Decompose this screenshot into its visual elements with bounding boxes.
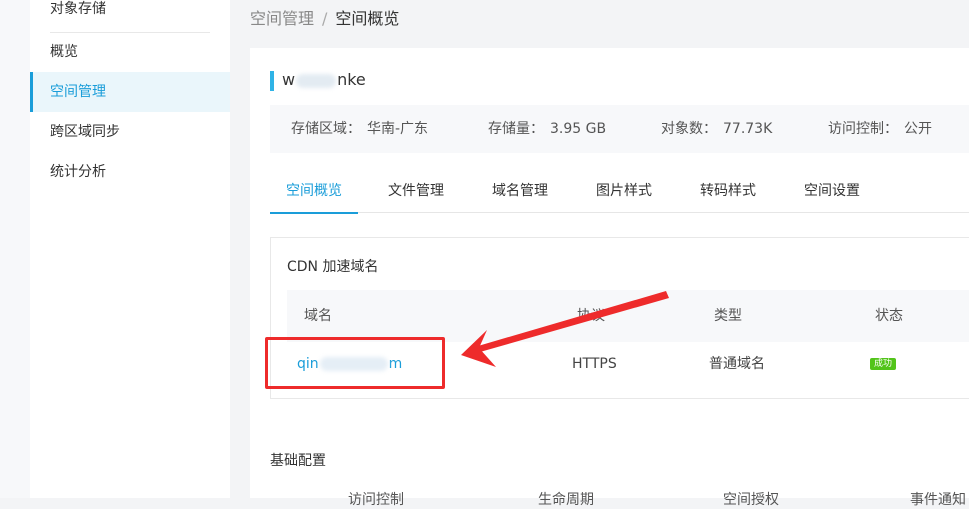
info-access: 访问控制： 公开 (828, 105, 932, 153)
info-region: 存储区域： 华南-广东 (291, 105, 428, 153)
bucket-info-bar: 存储区域： 华南-广东 存储量： 3.95 GB 对象数： 77.73K 访问控制： 公… (270, 105, 969, 153)
info-objects-label: 对象数： (661, 121, 717, 137)
info-objects-value: 77.73K (723, 121, 773, 137)
info-region-value: 华南-广东 (367, 121, 429, 137)
sidebar: 对象存储 概览 空间管理 跨区域同步 统计分析 (0, 0, 230, 498)
cell-protocol: HTTPS (572, 356, 617, 372)
cdn-title: CDN 加速域名 (287, 259, 379, 275)
sidebar-item-object-storage[interactable]: 对象存储 (50, 0, 106, 18)
breadcrumb-current: 空间概览 (335, 9, 400, 28)
tab-space-settings[interactable]: 空间设置 (796, 171, 868, 213)
basic-config-title: 基础配置 (270, 453, 326, 469)
sidebar-item-overview[interactable]: 概览 (30, 32, 230, 72)
tab-domain-management[interactable]: 域名管理 (484, 171, 556, 213)
header-type: 类型 (714, 308, 742, 324)
breadcrumb-parent[interactable]: 空间管理 (250, 9, 314, 28)
cell-status: 成功 (870, 342, 897, 386)
header-status: 状态 (875, 308, 903, 324)
config-event-notification[interactable]: 事件通知 (910, 489, 966, 509)
header-protocol: 协议 (577, 308, 605, 324)
config-access-control[interactable]: 访问控制 (348, 489, 404, 509)
info-access-label: 访问控制： (828, 121, 898, 137)
bucket-name-prefix: w (282, 70, 296, 89)
cdn-table-header: 域名 协议 类型 状态 (287, 290, 969, 342)
cell-type: 普通域名 (709, 356, 765, 372)
tab-space-overview[interactable]: 空间概览 (270, 171, 358, 214)
tab-image-style[interactable]: 图片样式 (588, 171, 660, 213)
header-domain: 域名 (304, 308, 332, 324)
tab-transcode-style[interactable]: 转码样式 (692, 171, 764, 213)
breadcrumb-separator: / (322, 9, 328, 28)
info-region-label: 存储区域： (291, 121, 361, 137)
bucket-title: w nke (270, 70, 366, 91)
sidebar-strip (0, 0, 30, 498)
info-storage-label: 存储量： (488, 121, 544, 137)
info-storage: 存储量： 3.95 GB (488, 105, 606, 153)
bucket-name-suffix: nke (337, 70, 366, 89)
sidebar-item-space-management[interactable]: 空间管理 (30, 72, 230, 112)
info-storage-value: 3.95 GB (550, 121, 607, 137)
breadcrumb: 空间管理 / 空间概览 (250, 5, 399, 29)
sidebar-item-cross-region-sync[interactable]: 跨区域同步 (30, 112, 230, 152)
bucket-tabs: 空间概览 文件管理 域名管理 图片样式 转码样式 空间设置 (270, 171, 969, 214)
sidebar-item-statistics[interactable]: 统计分析 (30, 152, 230, 192)
config-space-authorization[interactable]: 空间授权 (723, 489, 779, 509)
status-badge: 成功 (870, 358, 897, 370)
annotation-highlight-box (265, 337, 445, 389)
info-access-value: 公开 (904, 121, 932, 137)
bucket-card: w nke 存储区域： 华南-广东 存储量： 3.95 GB 对象数： 77.73K 访… (250, 48, 969, 508)
info-objects: 对象数： 77.73K (661, 105, 772, 153)
tab-file-management[interactable]: 文件管理 (380, 171, 452, 213)
config-lifecycle[interactable]: 生命周期 (538, 489, 594, 509)
redacted-blur (296, 73, 337, 88)
